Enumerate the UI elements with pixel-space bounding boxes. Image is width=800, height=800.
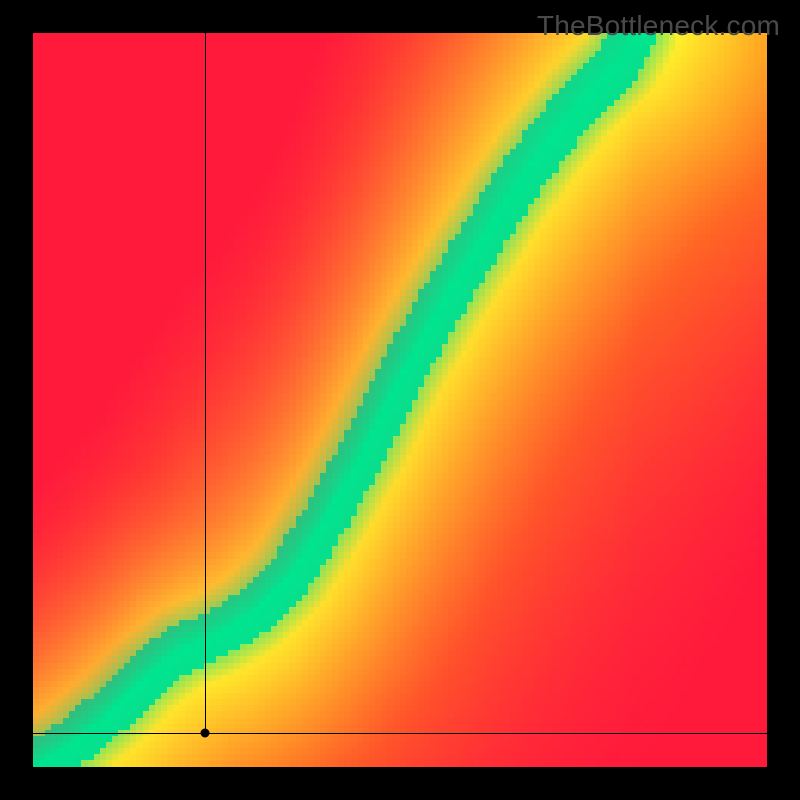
watermark-text: TheBottleneck.com: [537, 10, 780, 42]
marker-dot: [201, 728, 210, 737]
x-axis-line: [33, 733, 767, 734]
heatmap-canvas: [33, 33, 767, 767]
heatmap-plot: [33, 33, 767, 767]
y-axis-line: [205, 33, 206, 733]
